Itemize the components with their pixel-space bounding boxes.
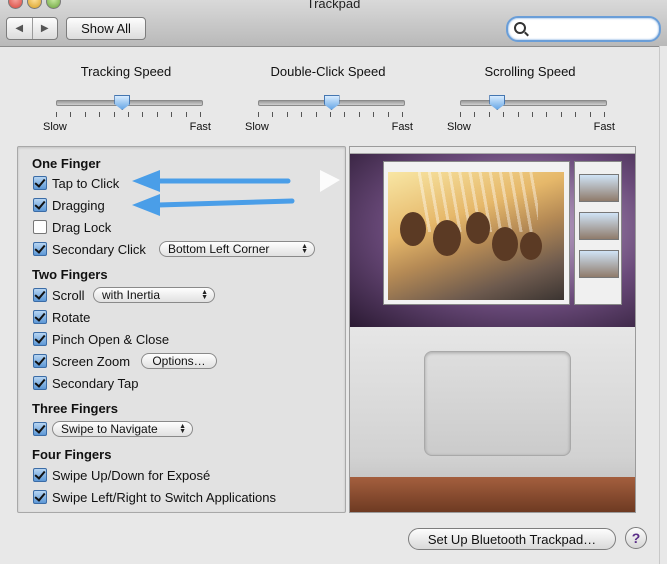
preview-person [400,212,426,246]
window-edge [659,46,667,564]
gesture-preview-image [349,146,636,513]
slider-max-label: Fast [593,121,615,133]
scroll-popup[interactable]: with Inertia ▲ ▼ [93,287,215,303]
popup-arrows-icon: ▲ ▼ [201,289,208,301]
tap-to-click-checkbox[interactable]: Tap to Click [33,174,119,192]
preview-laptop-case [350,327,635,512]
checkbox-icon[interactable] [33,310,47,324]
checkbox-label: Secondary Click [52,241,146,257]
toolbar: Trackpad ◀ ▶ Show All [0,0,667,47]
checkbox-icon[interactable] [33,376,47,390]
secondary-click-popup[interactable]: Bottom Left Corner ▲ ▼ [159,241,315,257]
search-field[interactable] [506,16,661,42]
navigate-popup[interactable]: Swipe to Navigate ▲ ▼ [52,421,193,437]
preview-sidebar [574,161,622,305]
slider-min-label: Slow [245,121,269,133]
screen-zoom-checkbox[interactable]: Screen Zoom [33,352,130,370]
checkbox-icon[interactable] [33,176,47,190]
preview-screen [350,147,635,327]
show-all-button[interactable]: Show All [66,17,146,40]
forward-button[interactable]: ▶ [31,18,58,39]
arrow-head-icon [132,194,160,216]
checkbox-icon[interactable] [33,242,47,256]
checkbox-label: Swipe Left/Right to Switch Applications [52,489,277,505]
pinch-checkbox[interactable]: Pinch Open & Close [33,330,169,348]
slider-track[interactable] [460,100,607,106]
popup-value: Bottom Left Corner [168,242,270,256]
slider-ticks [258,112,403,117]
arrow-line [155,198,295,208]
four-fingers-heading: Four Fingers [32,447,112,462]
one-finger-heading: One Finger [32,156,101,171]
preview-person [492,227,518,261]
checkbox-icon[interactable] [33,198,47,212]
popup-arrows-icon: ▲ ▼ [179,423,186,435]
checkbox-icon[interactable] [33,468,47,482]
search-icon [514,22,526,34]
preview-person [433,220,461,256]
slider-min-label: Slow [447,121,471,133]
preview-menubar [350,147,635,154]
help-button[interactable]: ? [625,527,647,549]
preview-person [466,212,490,244]
expose-checkbox[interactable]: Swipe Up/Down for Exposé [33,466,210,484]
back-forward-control: ◀ ▶ [6,17,58,40]
preview-photo-window [383,161,570,305]
slider-thumb[interactable] [489,95,506,110]
popup-value: with Inertia [102,288,161,302]
checkbox-icon[interactable] [33,490,47,504]
checkbox-label: Tap to Click [52,175,120,191]
secondary-tap-checkbox[interactable]: Secondary Tap [33,374,139,392]
preview-desk [350,477,635,512]
preview-trackpad [424,351,571,456]
slider-label: Double-Click Speed [270,64,386,79]
checkbox-label: Dragging [52,197,105,213]
slider-thumb[interactable] [114,95,131,110]
drag-lock-checkbox[interactable]: Drag Lock [33,218,111,236]
back-button[interactable]: ◀ [7,18,32,39]
help-icon: ? [631,530,641,546]
slider-max-label: Fast [391,121,413,133]
checkbox-label: Swipe Up/Down for Exposé [52,467,211,483]
slider-label: Tracking Speed [80,64,172,79]
checkbox-icon[interactable] [33,422,47,436]
checkbox-icon[interactable] [33,288,47,302]
preview-photo [388,172,564,300]
set-up-bluetooth-trackpad-button[interactable]: Set Up Bluetooth Trackpad… [408,528,616,550]
checkbox-label: Secondary Tap [52,375,139,391]
slider-label: Scrolling Speed [484,64,576,79]
preview-thumbnail [579,250,619,278]
navigate-checkbox[interactable] [33,420,52,438]
checkbox-label: Pinch Open & Close [52,331,170,347]
checkbox-label: Drag Lock [52,219,112,235]
checkbox-label: Screen Zoom [52,353,131,369]
zoom-options-button[interactable]: Options… [141,353,217,369]
slider-ticks [460,112,605,117]
annotation-arrows [132,170,340,216]
checkbox-label: Scroll [52,287,85,303]
checkbox-icon[interactable] [33,332,47,346]
scroll-checkbox[interactable]: Scroll [33,286,85,304]
slider-thumb[interactable] [323,95,340,110]
rotate-checkbox[interactable]: Rotate [33,308,90,326]
dragging-checkbox[interactable]: Dragging [33,196,105,214]
preview-thumbnail [579,174,619,202]
slider-ticks [56,112,201,117]
slider-max-label: Fast [189,121,211,133]
popup-arrows-icon: ▲ ▼ [301,243,308,255]
checkbox-label: Rotate [52,309,91,325]
checkbox-icon[interactable] [33,220,47,234]
arrow-head-icon [132,170,160,192]
pointer-wedge-icon [320,170,340,192]
preview-thumbnail [579,212,619,240]
two-fingers-heading: Two Fingers [32,267,108,282]
three-fingers-heading: Three Fingers [32,401,118,416]
preview-person [520,232,542,260]
secondary-click-checkbox[interactable]: Secondary Click [33,240,146,258]
popup-value: Swipe to Navigate [61,422,158,436]
switch-apps-checkbox[interactable]: Swipe Left/Right to Switch Applications [33,488,276,506]
checkbox-icon[interactable] [33,354,47,368]
slider-min-label: Slow [43,121,67,133]
window-title: Trackpad [306,0,361,11]
